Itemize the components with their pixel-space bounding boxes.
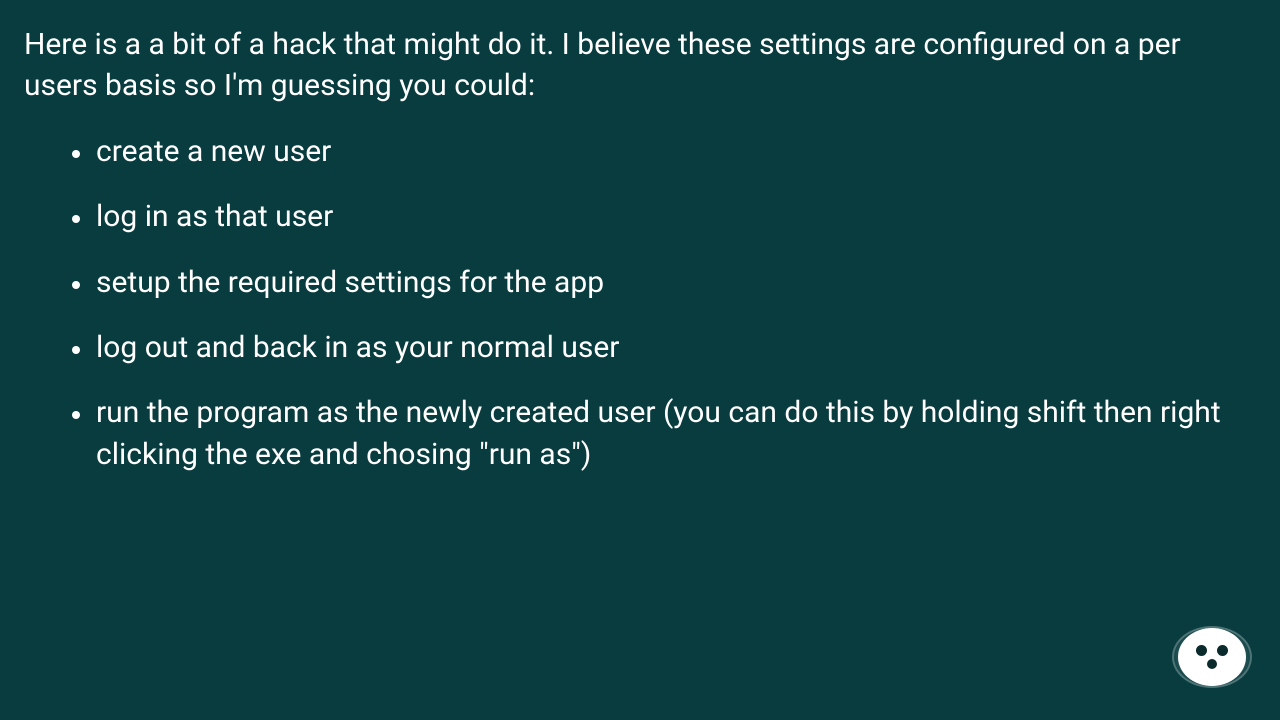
avatar-face-icon	[1178, 628, 1246, 686]
post-intro: Here is a a bit of a hack that might do …	[24, 24, 1256, 107]
list-item: log in as that user	[94, 196, 1256, 237]
list-item: log out and back in as your normal user	[94, 327, 1256, 368]
list-item: run the program as the newly created use…	[94, 392, 1256, 475]
list-item: setup the required settings for the app	[94, 262, 1256, 303]
author-avatar[interactable]	[1172, 622, 1252, 692]
post-content: Here is a a bit of a hack that might do …	[0, 0, 1280, 475]
list-item: create a new user	[94, 131, 1256, 172]
post-steps-list: create a new user log in as that user se…	[24, 131, 1256, 475]
